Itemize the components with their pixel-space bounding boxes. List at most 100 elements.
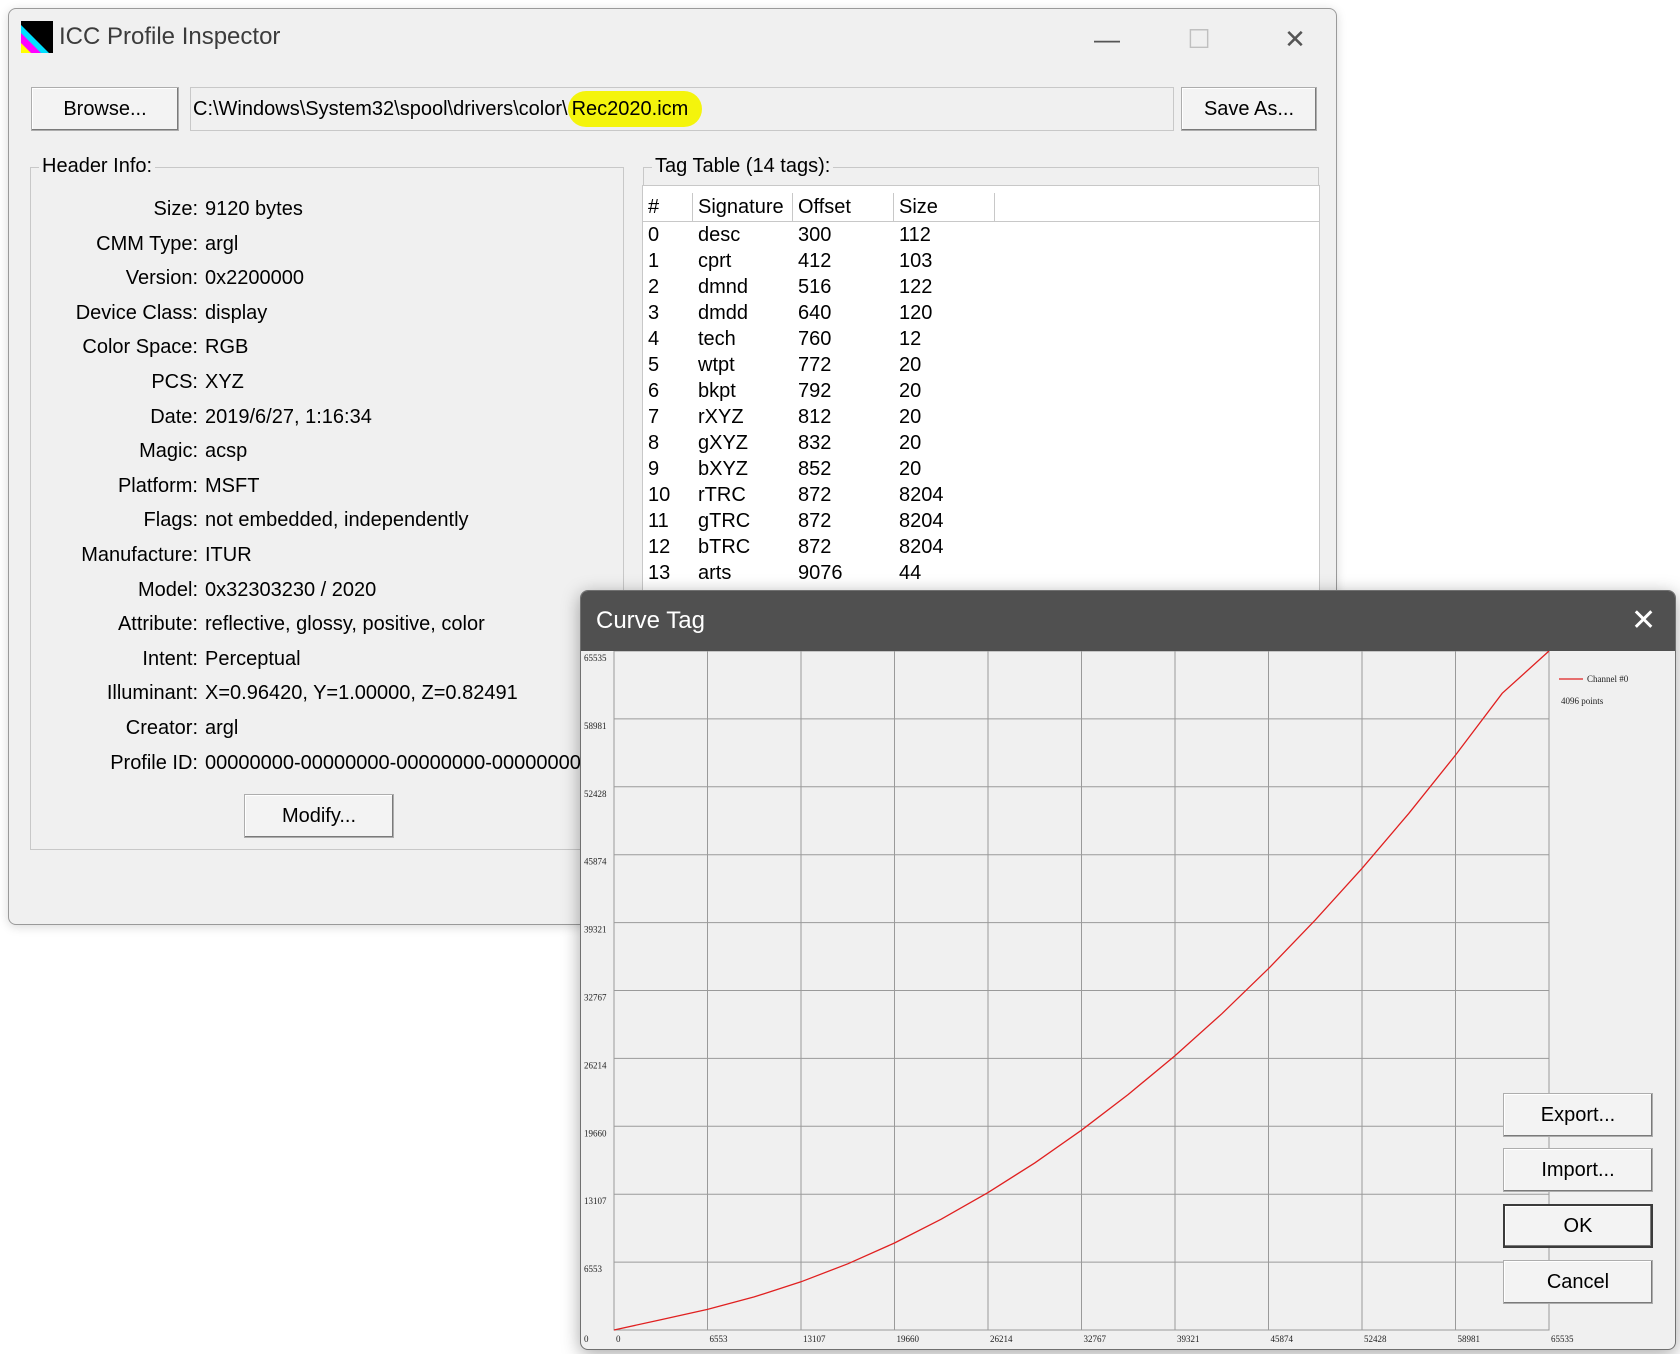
tag-number-cell: 12 [648, 536, 671, 558]
header-info-label: Profile ID: [110, 751, 198, 774]
table-row[interactable]: 0 desc 300 112 [643, 224, 1319, 250]
header-info-value: not embedded, independently [205, 509, 469, 532]
table-row[interactable]: 4 tech 760 12 [643, 328, 1319, 354]
table-row[interactable]: 10 rTRC 872 8204 [643, 484, 1319, 510]
close-icon[interactable]: ✕ [1265, 19, 1325, 59]
y-tick-label: 39321 [584, 925, 607, 935]
header-info-value: MSFT [205, 474, 260, 497]
y-tick-label: 26214 [584, 1060, 607, 1070]
header-info-row: Creator: argl [31, 717, 625, 749]
tag-signature-cell: rTRC [698, 484, 746, 506]
table-row[interactable]: 9 bXYZ 852 20 [643, 458, 1319, 484]
tag-table-title: Tag Table (14 tags): [652, 155, 834, 178]
table-row[interactable]: 7 rXYZ 812 20 [643, 406, 1319, 432]
header-info-row: Device Class: display [31, 302, 625, 334]
header-info-value: Perceptual [205, 647, 301, 670]
table-row[interactable]: 11 gTRC 872 8204 [643, 510, 1319, 536]
y-tick-label: 0 [584, 1334, 589, 1344]
tag-offset-cell: 832 [798, 432, 832, 454]
tag-offset-cell: 872 [798, 536, 832, 558]
header-info-label: PCS: [151, 371, 198, 393]
ok-button[interactable]: OK [1503, 1204, 1653, 1248]
tag-number-cell: 11 [648, 510, 669, 532]
tag-signature-cell: gXYZ [698, 432, 749, 454]
column-header-offset[interactable]: Offset [793, 193, 894, 221]
x-tick-label: 19660 [897, 1334, 920, 1344]
tag-table[interactable]: # Signature Offset Size 0 desc 300 112 1 cprt… [642, 185, 1320, 605]
header-info-row: CMM Type: argl [31, 233, 625, 265]
header-info-label: Creator: [125, 717, 198, 739]
table-row[interactable]: 5 wtpt 772 20 [643, 354, 1319, 380]
y-tick-label: 13107 [584, 1196, 607, 1206]
close-icon[interactable]: ✕ [1631, 603, 1656, 638]
table-row[interactable]: 3 dmdd 640 120 [643, 302, 1319, 328]
maximize-icon[interactable]: ☐ [1169, 19, 1229, 59]
x-tick-label: 45874 [1271, 1334, 1294, 1344]
tag-size-cell: 20 [899, 432, 922, 454]
minimize-icon[interactable]: — [1077, 19, 1137, 59]
tag-size-cell: 8204 [899, 484, 944, 506]
save-as-button[interactable]: Save As... [1181, 87, 1317, 131]
curve-tag-dialog: Curve Tag ✕ 0 6553 13107 19660 26214 32767 393… [580, 590, 1676, 1350]
header-info-label: Size: [153, 198, 198, 220]
header-info-label: Model: [137, 578, 198, 601]
tag-number-cell: 1 [648, 250, 660, 272]
header-info-row: Intent: Perceptual [31, 648, 625, 680]
column-header-size[interactable]: Size [894, 193, 995, 221]
tag-offset-cell: 412 [798, 250, 832, 272]
table-row[interactable]: 6 bkpt 792 20 [643, 380, 1319, 406]
x-tick-label: 39321 [1177, 1334, 1200, 1344]
tag-signature-cell: dmnd [698, 276, 749, 298]
header-info-value: ITUR [205, 544, 252, 566]
tag-signature-cell: arts [698, 562, 732, 584]
table-row[interactable]: 12 bTRC 872 8204 [643, 536, 1319, 562]
header-info-row: Date: 2019/6/27, 1:16:34 [31, 406, 625, 438]
legend-label: Channel #0 [1587, 674, 1629, 684]
y-tick-label: 19660 [584, 1128, 607, 1138]
header-info-row: Color Space: RGB [31, 336, 625, 368]
y-tick-label: 58981 [584, 721, 607, 731]
header-info-value: 2019/6/27, 1:16:34 [205, 405, 372, 428]
header-info-label: Magic: [139, 440, 198, 463]
y-tick-label: 45874 [584, 857, 607, 867]
tag-offset-cell: 812 [798, 406, 832, 428]
tag-signature-cell: cprt [698, 250, 732, 272]
tag-size-cell: 20 [899, 354, 922, 376]
header-info-label: Color Space: [82, 336, 198, 359]
tag-size-cell: 12 [899, 328, 922, 350]
curve-dialog-title: Curve Tag [596, 607, 705, 634]
table-row[interactable]: 13 arts 9076 44 [643, 562, 1319, 588]
x-tick-label: 65535 [1551, 1334, 1574, 1344]
header-info-label: Illuminant: [106, 682, 198, 705]
header-info-value: 00000000-00000000-00000000-00000000 [205, 751, 581, 774]
header-info-value: display [205, 301, 268, 324]
tag-offset-cell: 760 [798, 328, 832, 350]
x-tick-label: 58981 [1458, 1334, 1481, 1344]
tag-offset-cell: 516 [798, 276, 832, 298]
header-info-value: 9120 bytes [205, 198, 303, 220]
header-info-row: Manufacture: ITUR [31, 544, 625, 576]
tag-number-cell: 6 [648, 380, 660, 402]
header-info-row: Version: 0x2200000 [31, 267, 625, 299]
modify-button[interactable]: Modify... [244, 794, 394, 838]
tag-number-cell: 5 [648, 354, 660, 376]
table-row[interactable]: 1 cprt 412 103 [643, 250, 1319, 276]
column-header-number[interactable]: # [643, 193, 693, 221]
tag-number-cell: 13 [648, 562, 671, 584]
table-row[interactable]: 2 dmnd 516 122 [643, 276, 1319, 302]
table-row[interactable]: 8 gXYZ 832 20 [643, 432, 1319, 458]
tag-number-cell: 10 [648, 484, 671, 506]
header-info-value: RGB [205, 336, 249, 359]
file-path-field[interactable]: C:\Windows\System32\spool\drivers\color\… [190, 87, 1174, 131]
tag-number-cell: 7 [648, 406, 660, 428]
header-info-row: Model: 0x32303230 / 2020 [31, 579, 625, 611]
column-header-signature[interactable]: Signature [693, 193, 793, 221]
cancel-button[interactable]: Cancel [1503, 1260, 1653, 1304]
path-prefix: C:\Windows\System32\spool\drivers\color\ [193, 98, 568, 120]
header-info-row: PCS: XYZ [31, 371, 625, 403]
tag-signature-cell: desc [698, 224, 741, 246]
import-button[interactable]: Import... [1503, 1148, 1653, 1192]
browse-button[interactable]: Browse... [31, 87, 179, 131]
header-info-group: Header Info: Size: 9120 bytes CMM Type: arg… [30, 155, 625, 850]
export-button[interactable]: Export... [1503, 1093, 1653, 1137]
